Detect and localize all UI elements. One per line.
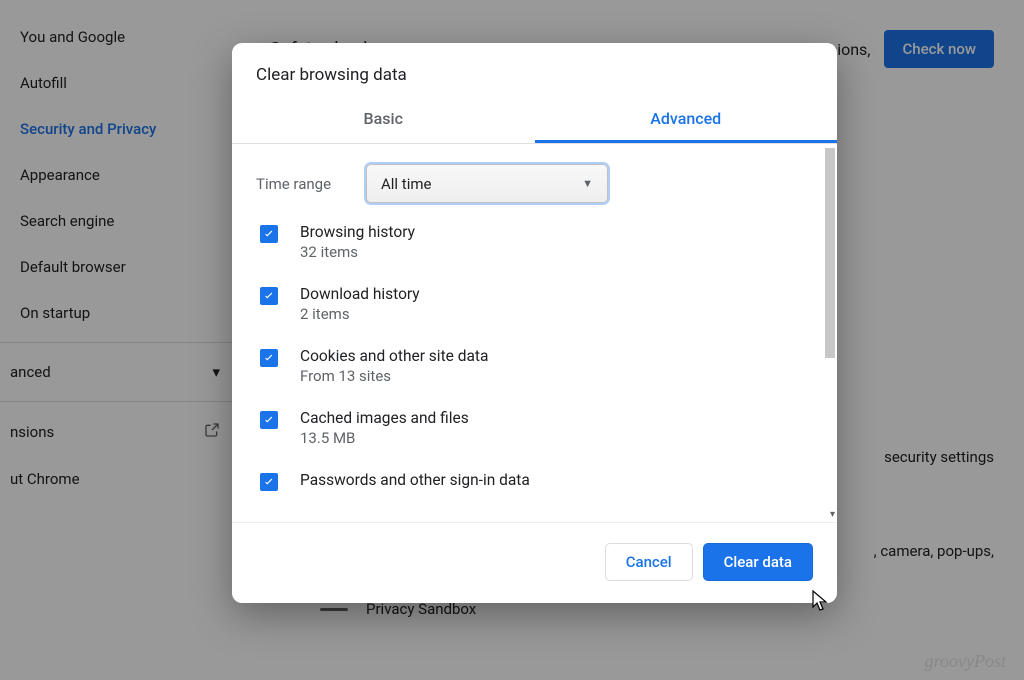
time-range-row: Time range All time ▼ (256, 144, 813, 211)
option-title: Browsing history (300, 223, 415, 241)
scroll-down-icon[interactable]: ▾ (830, 509, 835, 520)
time-range-value: All time (381, 175, 431, 193)
scrollbar-thumb[interactable] (825, 148, 835, 358)
checkbox-checked-icon[interactable] (260, 411, 278, 429)
checkbox-checked-icon[interactable] (260, 225, 278, 243)
checkbox-checked-icon[interactable] (260, 287, 278, 305)
dialog-footer: Cancel Clear data (232, 522, 837, 603)
option-browsing-history[interactable]: Browsing history 32 items (256, 211, 813, 273)
dialog-body: ▾ Time range All time ▼ Browsing history… (232, 144, 837, 522)
checkbox-checked-icon[interactable] (260, 473, 278, 491)
option-passwords[interactable]: Passwords and other sign-in data (256, 459, 813, 491)
time-range-select[interactable]: All time ▼ (366, 164, 608, 203)
cancel-button[interactable]: Cancel (605, 543, 693, 581)
option-subtitle: 2 items (300, 305, 420, 323)
option-title: Cookies and other site data (300, 347, 488, 365)
option-subtitle: From 13 sites (300, 367, 488, 385)
tab-advanced[interactable]: Advanced (535, 95, 838, 143)
option-cookies[interactable]: Cookies and other site data From 13 site… (256, 335, 813, 397)
clear-data-button[interactable]: Clear data (703, 543, 813, 581)
watermark: groovyPost (925, 651, 1006, 672)
clear-browsing-data-dialog: Clear browsing data Basic Advanced ▾ Tim… (232, 43, 837, 603)
option-download-history[interactable]: Download history 2 items (256, 273, 813, 335)
option-title: Download history (300, 285, 420, 303)
tab-basic[interactable]: Basic (232, 95, 535, 143)
dialog-title: Clear browsing data (232, 43, 837, 95)
chevron-down-icon: ▼ (582, 177, 593, 190)
option-title: Passwords and other sign-in data (300, 471, 530, 489)
checkbox-checked-icon[interactable] (260, 349, 278, 367)
option-subtitle: 13.5 MB (300, 429, 469, 447)
option-title: Cached images and files (300, 409, 469, 427)
option-cached-images[interactable]: Cached images and files 13.5 MB (256, 397, 813, 459)
option-subtitle: 32 items (300, 243, 415, 261)
dialog-tabs: Basic Advanced (232, 95, 837, 144)
time-range-label: Time range (256, 175, 366, 193)
